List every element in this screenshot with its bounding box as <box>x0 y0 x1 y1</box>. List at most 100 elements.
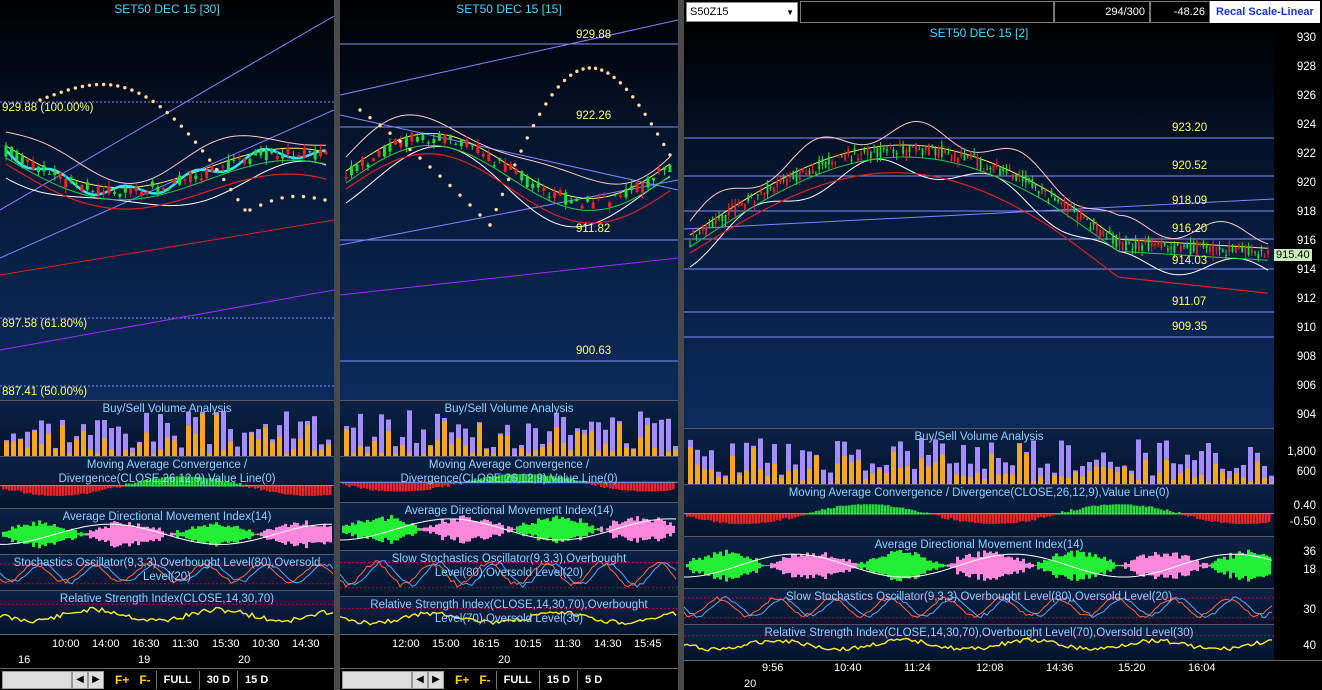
macd-bar <box>1226 513 1229 523</box>
macd-bar <box>17 485 20 491</box>
candle-body <box>635 182 639 193</box>
price-chart[interactable]: SET50 DEC 15 [30] 929.88 (100.00%) 897.5… <box>0 0 334 400</box>
scroll-left-button[interactable]: ◀ <box>72 670 88 689</box>
horizontal-scrollbar[interactable] <box>342 670 412 689</box>
rsi-panel[interactable]: Relative Strength Index(CLOSE,14,30,70),… <box>340 596 678 634</box>
zoom-out-button[interactable]: F- <box>474 673 495 687</box>
macd-bar <box>648 482 651 492</box>
adx-bar <box>764 565 767 567</box>
chart-pane-30min[interactable]: SET50 DEC 15 [30] 929.88 (100.00%) 897.5… <box>0 0 334 690</box>
volume-bar <box>95 420 100 456</box>
price-chart[interactable]: SET50 DEC 15 [15] 929.88 922.26 911.82 9… <box>340 0 678 400</box>
adx-bar <box>785 557 788 574</box>
adx-bar <box>1202 562 1205 569</box>
candle-body <box>1002 167 1005 172</box>
range-button-15d[interactable]: 15 D <box>237 670 275 689</box>
symbol-selector[interactable]: S50Z15 ▼ <box>686 2 798 22</box>
candle-body <box>1247 245 1250 255</box>
macd-bar <box>8 485 11 491</box>
adx-bar <box>284 523 287 545</box>
adx-bar <box>908 552 911 579</box>
stochastic-panel[interactable]: Stochastics Oscillator(9,3,3),Overbought… <box>0 554 334 590</box>
chevron-down-icon[interactable]: ▼ <box>786 8 794 17</box>
volume-panel[interactable]: Buy/Sell Volume Analysis <box>340 400 678 456</box>
rsi-panel[interactable]: Relative Strength Index(CLOSE,14,30,70) <box>0 590 334 634</box>
full-range-button[interactable]: FULL <box>155 670 199 689</box>
adx-bar <box>113 521 116 548</box>
macd-bar <box>716 513 719 522</box>
candle-body <box>808 170 811 175</box>
adx-bar <box>1214 561 1217 571</box>
volume-bar <box>835 463 840 484</box>
adx-bar <box>200 526 203 543</box>
candle-body <box>992 164 995 173</box>
scroll-left-button[interactable]: ◀ <box>412 670 428 689</box>
zoom-out-button[interactable]: F- <box>134 673 155 687</box>
scroll-right-button[interactable]: ▶ <box>88 670 104 689</box>
horizontal-scrollbar[interactable] <box>2 670 72 689</box>
candle-body <box>487 153 491 162</box>
adx-panel[interactable]: Average Directional Movement Index(14) <box>340 502 678 550</box>
macd-panel[interactable]: Moving Average Convergence / Divergence(… <box>684 484 1274 536</box>
adx-bar <box>363 522 366 537</box>
macd-bar <box>785 513 788 518</box>
candle-body <box>42 165 46 172</box>
volume-bar <box>554 427 559 456</box>
chart-pane-2min[interactable]: S50Z15 ▼ 294/300 -48.26 Recal Scale-Line… <box>684 0 1322 690</box>
macd-bar <box>1031 513 1034 520</box>
adx-bar <box>1127 564 1130 568</box>
adx-bar <box>381 516 384 543</box>
recal-scale-button[interactable]: Recal Scale-Linear <box>1210 1 1320 23</box>
volume-tick: 600 <box>1296 466 1316 478</box>
adx-bar <box>224 527 227 542</box>
adx-bar <box>947 564 950 567</box>
range-button-15d[interactable]: 15 D <box>538 670 577 689</box>
stochastic-panel[interactable]: Slow Stochastics Oscillator(9,3,3),Overb… <box>340 550 678 596</box>
price-tick: 926 <box>1296 90 1316 102</box>
macd-bar <box>435 482 438 488</box>
adx-bar <box>1136 556 1139 575</box>
candle-body <box>492 165 496 167</box>
volume-panel[interactable]: Buy/Sell Volume Analysis <box>0 400 334 456</box>
adx-bar <box>384 521 387 538</box>
adx-bar <box>1052 556 1055 576</box>
macd-panel[interactable]: Moving Average Convergence / Divergence(… <box>0 456 334 508</box>
macd-bar <box>669 482 672 491</box>
adx-bar <box>809 556 812 576</box>
macd-bar <box>672 482 675 490</box>
macd-bar <box>782 513 785 519</box>
zoom-in-button[interactable]: F+ <box>450 673 474 687</box>
adx-bar <box>905 552 908 579</box>
full-range-button[interactable]: FULL <box>495 670 539 689</box>
macd-bar <box>645 482 648 492</box>
range-button-30d[interactable]: 30 D <box>198 670 237 689</box>
adx-bar <box>695 559 698 572</box>
macd-bar <box>104 485 107 490</box>
adx-panel[interactable]: Average Directional Movement Index(14) <box>0 508 334 554</box>
stochastic-panel[interactable]: Slow Stochastics Oscillator(9,3,3),Overb… <box>684 588 1274 624</box>
macd-panel[interactable]: Moving Average Convergence / Divergence(… <box>340 456 678 502</box>
scroll-right-button[interactable]: ▶ <box>428 670 444 689</box>
macd-bar <box>719 513 722 524</box>
candle-body <box>1244 247 1247 254</box>
price-chart[interactable]: SET50 DEC 15 [2] 923.20 920.52 918.09 91… <box>684 24 1275 428</box>
macd-histogram <box>340 474 678 492</box>
adx-bar <box>896 550 899 581</box>
volume-panel[interactable]: Buy/Sell Volume Analysis <box>684 428 1274 484</box>
candle-body <box>1125 240 1127 251</box>
symbol-header: S50Z15 ▼ 294/300 -48.26 Recal Scale-Line… <box>684 0 1322 24</box>
stochastic-line <box>684 596 1273 619</box>
candle-body <box>811 169 814 174</box>
adx-panel[interactable]: Average Directional Movement Index(14) <box>684 536 1274 588</box>
macd-bar <box>740 513 743 524</box>
range-button-5d[interactable]: 5 D <box>577 670 609 689</box>
zoom-in-button[interactable]: F+ <box>110 673 134 687</box>
macd-bar <box>701 513 704 520</box>
rsi-panel[interactable]: Relative Strength Index(CLOSE,14,30,70),… <box>684 624 1274 660</box>
chart-pane-15min[interactable]: SET50 DEC 15 [15] 929.88 922.26 911.82 9… <box>340 0 678 690</box>
volume-bar <box>1024 453 1029 484</box>
price-axis[interactable]: 930 928 926 924 922 920 918 916 914 912 … <box>1274 24 1322 428</box>
fib-label-618: 897.58 (61.80%) <box>2 318 88 330</box>
macd-bar <box>1232 513 1235 524</box>
adx-bar <box>269 529 272 540</box>
